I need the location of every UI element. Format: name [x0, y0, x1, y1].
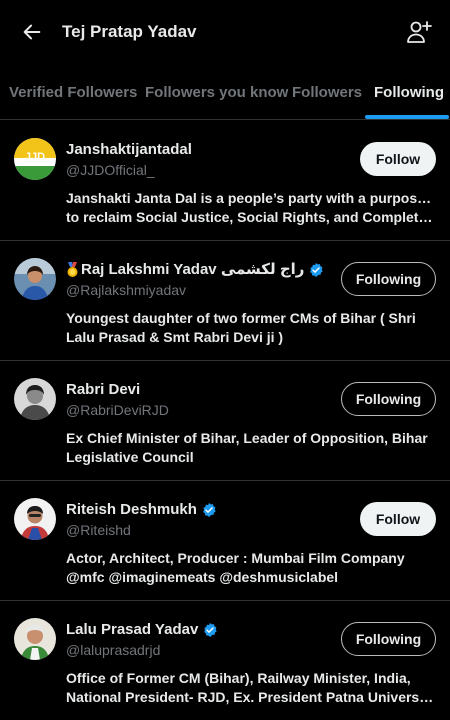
- bio-line: Ex Chief Minister of Bihar, Leader of Op…: [66, 430, 428, 446]
- bio: Youngest daughter of two former CMs of B…: [66, 309, 436, 347]
- following-button[interactable]: Following: [341, 622, 436, 656]
- tab-followers[interactable]: Followers: [292, 84, 362, 102]
- verified-badge-icon: [204, 623, 217, 637]
- handle: @laluprasadrjd: [66, 642, 161, 658]
- list-item[interactable]: JJD Janshaktijantadal @JJDOfficial_ Foll…: [0, 120, 450, 241]
- avatar[interactable]: [14, 378, 56, 420]
- verified-badge-icon: [203, 503, 216, 517]
- name-line: Lalu Prasad Yadav: [66, 620, 218, 640]
- bio: Ex Chief Minister of Bihar, Leader of Op…: [66, 429, 436, 467]
- bio-line: National President- RJD, Ex. President P…: [66, 689, 436, 705]
- verified-badge-icon: [310, 263, 324, 277]
- following-button[interactable]: Following: [341, 382, 436, 416]
- display-name[interactable]: Lalu Prasad Yadav: [66, 620, 198, 640]
- handle: @JJDOfficial_: [66, 162, 155, 178]
- bio-line: @mfc @imaginemeats @deshmusiclabel: [66, 569, 339, 585]
- bio: Janshakti Janta Dal is a people’s party …: [66, 189, 436, 227]
- list-item[interactable]: Raj Lakshmi Yadav راج لکشمی @Rajlakshmiy…: [0, 240, 450, 361]
- following-button[interactable]: Following: [341, 262, 436, 296]
- bio-line: Lalu Prasad & Smt Rabri Devi ji ): [66, 329, 284, 345]
- bio-line: Youngest daughter of two former CMs of B…: [66, 310, 416, 326]
- list-item[interactable]: Lalu Prasad Yadav @laluprasadrjd Followi…: [0, 600, 450, 720]
- display-name[interactable]: Janshaktijantadal: [66, 140, 192, 160]
- avatar-text: JJD: [25, 151, 45, 163]
- avatar[interactable]: [14, 618, 56, 660]
- display-name[interactable]: Rabri Devi: [66, 380, 140, 400]
- tab-followers-you-know[interactable]: Followers you know: [145, 84, 288, 102]
- bio-line: Legislative Council: [66, 449, 194, 465]
- bio: Office of Former CM (Bihar), Railway Min…: [66, 669, 436, 707]
- bio-line: Janshakti Janta Dal is a people’s party …: [66, 190, 436, 206]
- name-line: Rabri Devi: [66, 380, 140, 400]
- avatar[interactable]: [14, 498, 56, 540]
- tab-bar: Verified Followers Followers you know Fo…: [0, 64, 450, 120]
- bio-line: to reclaim Social Justice, Social Rights…: [66, 209, 436, 225]
- display-name[interactable]: Raj Lakshmi Yadav راج لکشمی: [81, 260, 304, 280]
- avatar[interactable]: [14, 258, 56, 300]
- back-button[interactable]: [18, 18, 46, 46]
- add-user-button[interactable]: [404, 17, 434, 47]
- handle: @Rajlakshmiyadav: [66, 282, 187, 298]
- arrow-left-icon: [23, 24, 41, 40]
- name-line: Riteish Deshmukh: [66, 500, 217, 520]
- tab-following[interactable]: Following: [374, 84, 444, 102]
- follow-button[interactable]: Follow: [360, 142, 436, 176]
- bio-line: Actor, Architect, Producer : Mumbai Film…: [66, 550, 405, 566]
- display-name[interactable]: Riteish Deshmukh: [66, 500, 197, 520]
- name-line: Janshaktijantadal: [66, 140, 192, 160]
- bio: Actor, Architect, Producer : Mumbai Film…: [66, 549, 436, 587]
- top-bar: Tej Pratap Yadav: [0, 0, 450, 64]
- avatar[interactable]: JJD: [14, 138, 56, 180]
- medal-icon: [67, 262, 78, 277]
- list-item[interactable]: Riteish Deshmukh @Riteishd Follow Actor,…: [0, 480, 450, 601]
- handle: @Riteishd: [66, 522, 131, 538]
- bio-line: Office of Former CM (Bihar), Railway Min…: [66, 670, 411, 686]
- active-tab-indicator: [365, 115, 449, 119]
- page-title: Tej Pratap Yadav: [62, 22, 197, 41]
- name-line: Raj Lakshmi Yadav راج لکشمی: [66, 260, 324, 280]
- tab-verified-followers[interactable]: Verified Followers: [9, 84, 137, 102]
- handle: @RabriDeviRJD: [66, 402, 169, 418]
- add-user-icon: [407, 21, 432, 43]
- follow-button[interactable]: Follow: [360, 502, 436, 536]
- list-item[interactable]: Rabri Devi @RabriDeviRJD Following Ex Ch…: [0, 360, 450, 481]
